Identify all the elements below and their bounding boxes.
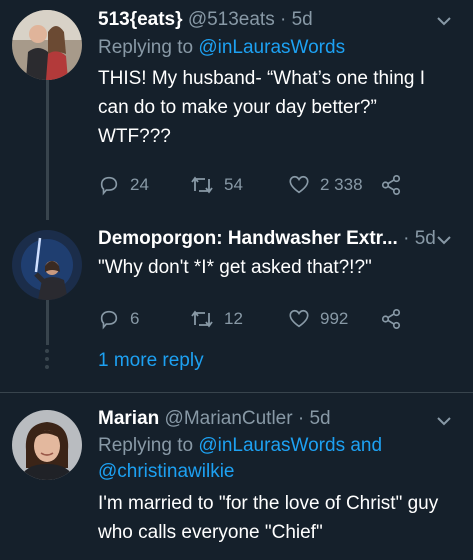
thread-line-middle — [46, 300, 49, 345]
chevron-down-icon[interactable] — [437, 16, 451, 26]
replying-and: and — [345, 435, 383, 456]
tweet-text-line: I'm married to "for the love of Christ" … — [98, 493, 439, 514]
user-handle[interactable]: @MarianCutler — [165, 408, 293, 429]
like-icon — [289, 175, 309, 194]
separator-dot: · — [403, 228, 410, 249]
tweet-actions: 24 54 2 338 — [98, 174, 418, 200]
share-icon — [381, 309, 401, 329]
avatar[interactable] — [12, 10, 82, 80]
reply-button[interactable]: 6 — [98, 308, 139, 330]
tweet-text-line: who calls everyone "Chief" — [98, 522, 323, 543]
avatar[interactable] — [12, 410, 82, 480]
share-button[interactable] — [380, 308, 412, 330]
separator-dot: · — [297, 408, 305, 429]
separator-dot: · — [280, 9, 287, 30]
avatar[interactable] — [12, 230, 82, 300]
display-name[interactable]: Demoporgon: Handwasher Extr... — [98, 228, 398, 249]
like-button[interactable]: 2 338 — [288, 174, 363, 196]
reply-button[interactable]: 24 — [98, 174, 149, 196]
tweet-text: "Why don't *I* get asked that?!?" — [98, 253, 463, 282]
reply-count: 6 — [130, 309, 140, 328]
timestamp[interactable]: 5d — [292, 9, 313, 30]
mention-link[interactable]: @christinawilkie — [98, 461, 235, 482]
tweet-text-line: WTF??? — [98, 126, 171, 147]
user-handle[interactable]: @513eats — [188, 9, 275, 30]
tweet-text-line: can do to make your day better?” — [98, 97, 377, 118]
tweet-text: THIS! My husband- “What’s one thing I ca… — [98, 64, 463, 151]
chevron-down-icon[interactable] — [437, 416, 451, 426]
reply-count: 24 — [130, 175, 149, 194]
like-button[interactable]: 992 — [288, 308, 348, 330]
share-icon — [381, 175, 401, 195]
chevron-down-icon[interactable] — [437, 235, 451, 245]
tweet-actions: 6 12 992 — [98, 308, 418, 334]
tweet-text-line: "Why don't *I* get asked that?!?" — [98, 257, 372, 278]
retweet-count: 54 — [224, 175, 243, 194]
replying-to: Replying to @inLaurasWords — [98, 35, 458, 61]
replying-prefix: Replying to — [98, 435, 199, 456]
tweet-text-line: THIS! My husband- “What’s one thing I — [98, 68, 426, 89]
retweet-button[interactable]: 12 — [190, 308, 243, 330]
retweet-button[interactable]: 54 — [190, 174, 243, 196]
retweet-icon — [191, 310, 213, 328]
timestamp[interactable]: 5d — [415, 228, 436, 249]
timestamp[interactable]: 5d — [309, 408, 330, 429]
divider — [0, 392, 473, 393]
like-count: 2 338 — [320, 175, 363, 194]
like-icon — [289, 309, 309, 328]
mention-link[interactable]: @inLaurasWords — [198, 37, 345, 58]
replying-to: Replying to @inLaurasWords and @christin… — [98, 433, 458, 485]
more-replies-link[interactable]: 1 more reply — [98, 350, 204, 372]
retweet-icon — [191, 176, 213, 194]
share-button[interactable] — [380, 174, 412, 196]
replying-prefix: Replying to — [98, 37, 199, 58]
display-name[interactable]: 513{eats} — [98, 9, 183, 30]
mention-link[interactable]: @inLaurasWords — [198, 435, 345, 456]
retweet-count: 12 — [224, 309, 243, 328]
reply-icon — [100, 310, 118, 330]
display-name[interactable]: Marian — [98, 408, 159, 429]
tweet-text: I'm married to "for the love of Christ" … — [98, 489, 463, 547]
thread-line-top — [46, 80, 49, 220]
like-count: 992 — [320, 309, 349, 328]
more-replies-dots — [45, 349, 49, 375]
reply-icon — [100, 176, 118, 196]
